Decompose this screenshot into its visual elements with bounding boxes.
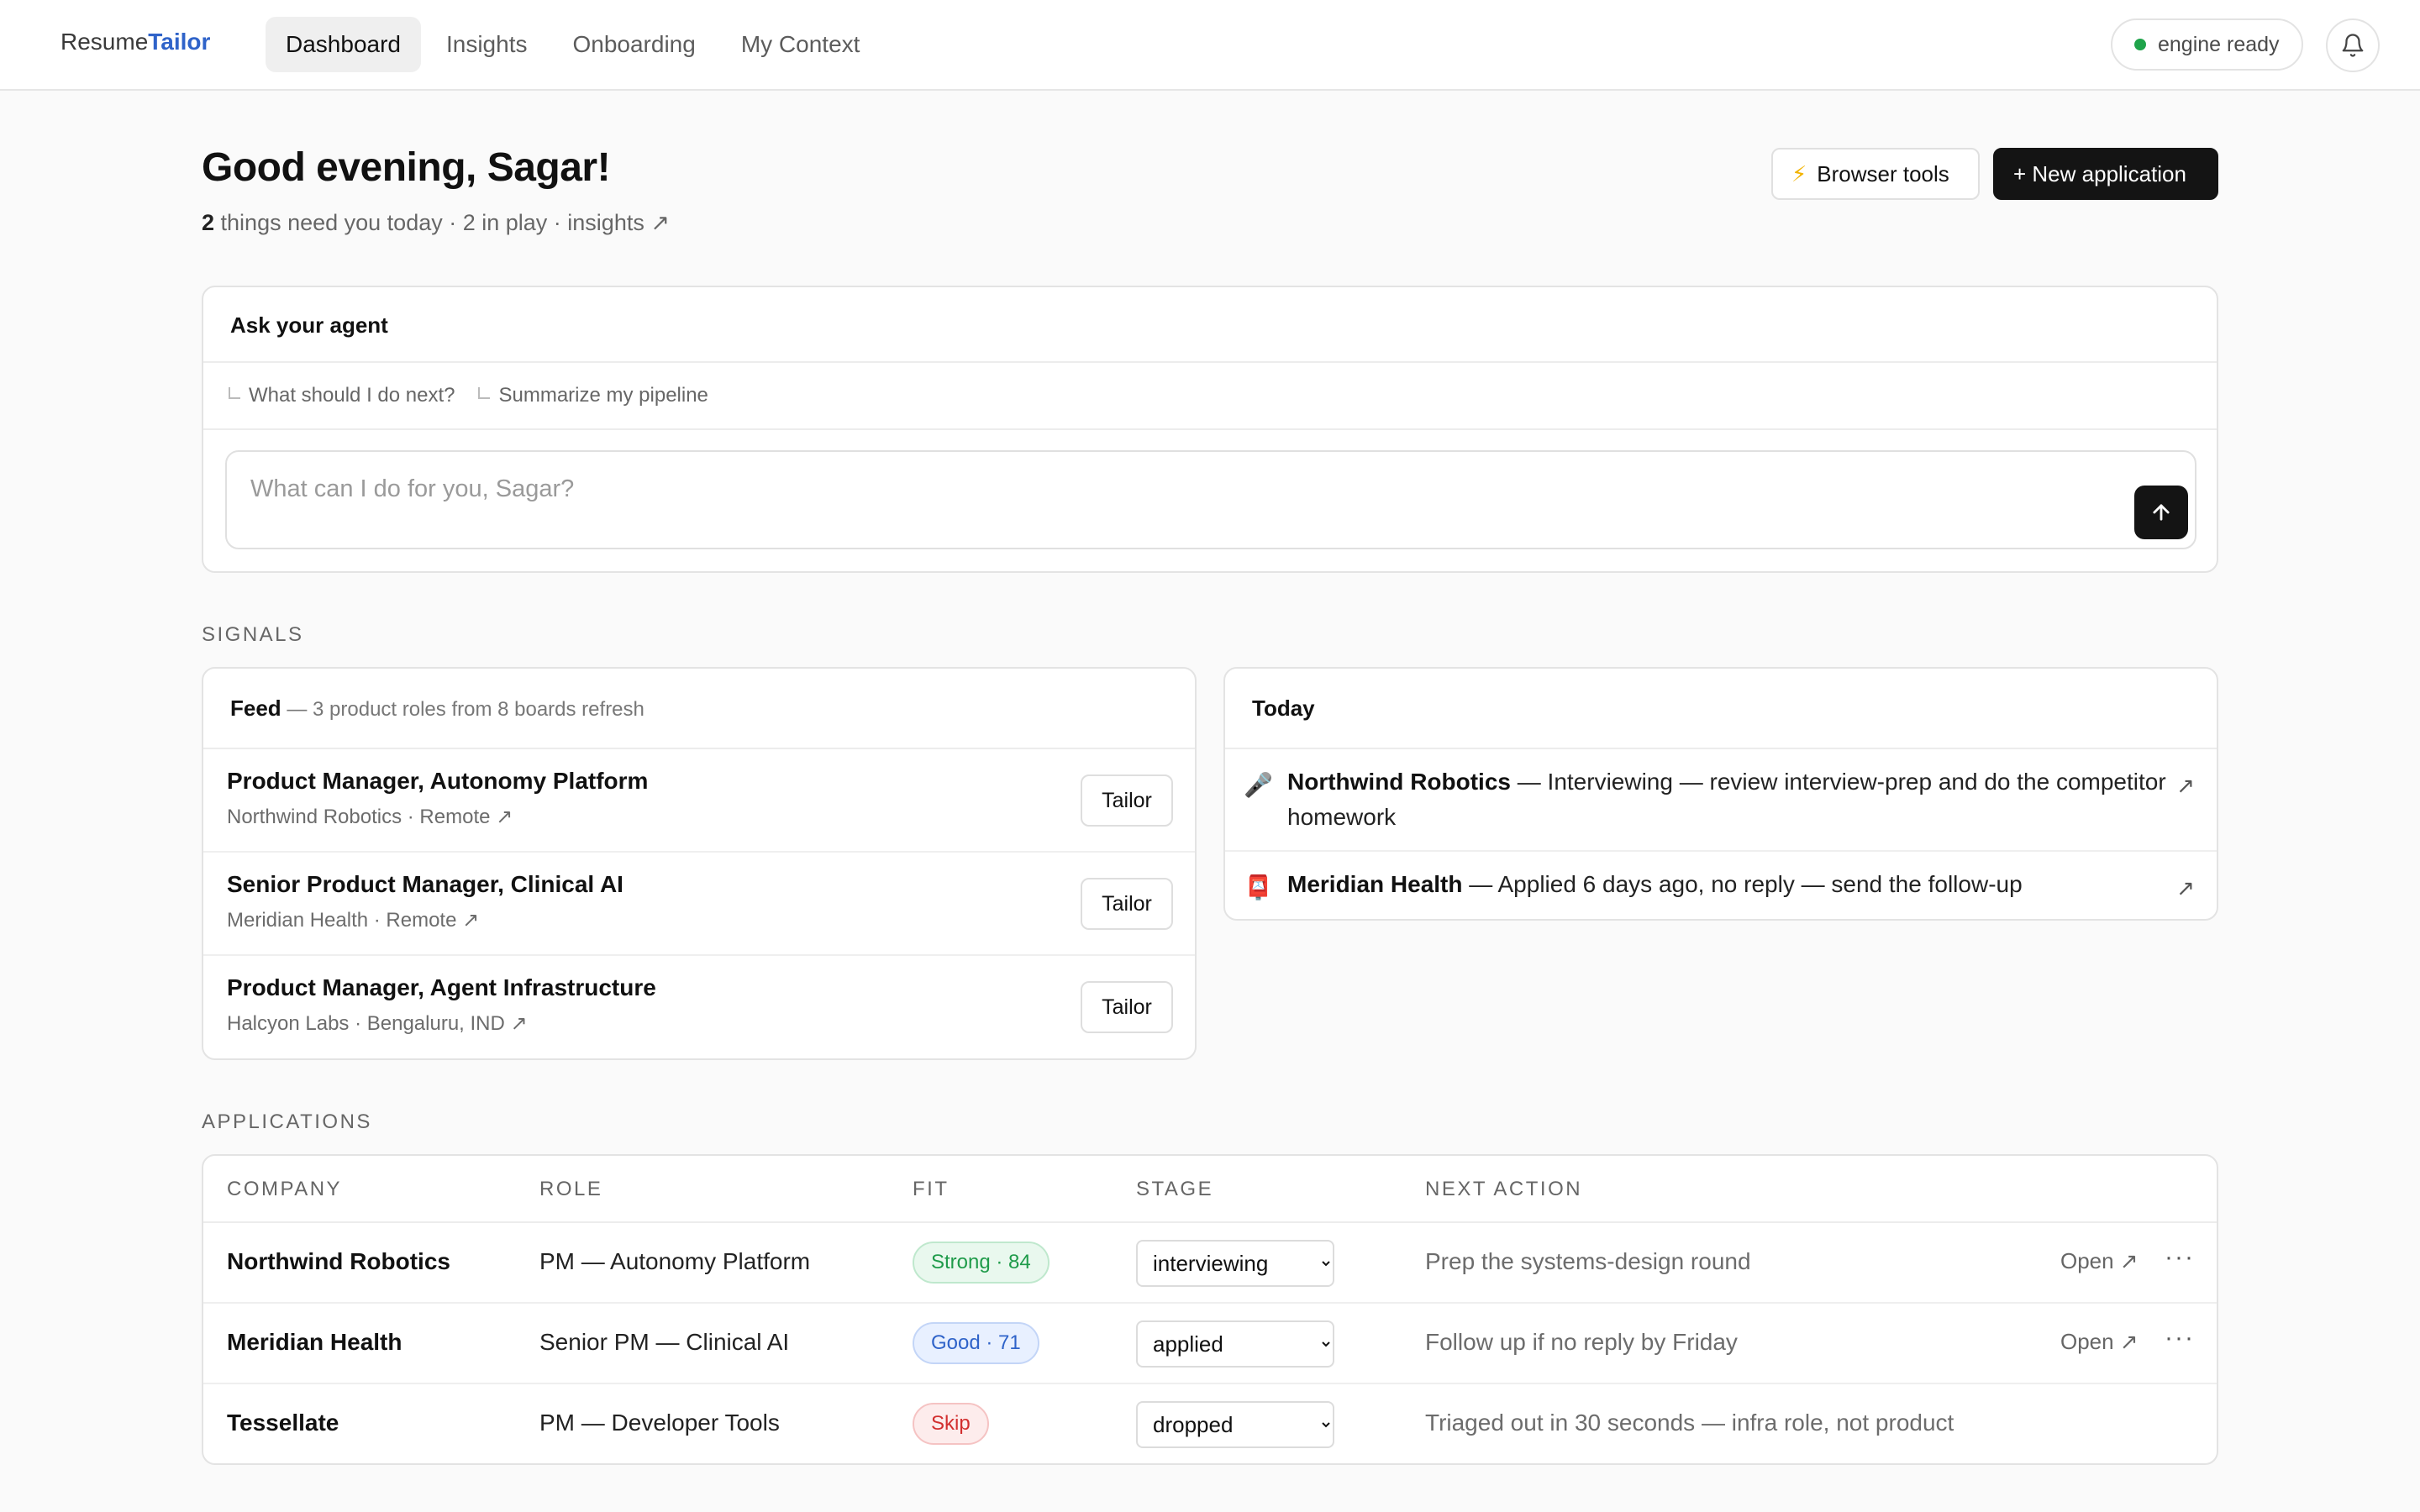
notifications-button[interactable] — [2326, 18, 2380, 72]
microphone-icon: 🎤 — [1244, 772, 1273, 798]
todo-count: 2 — [202, 210, 215, 235]
role-cell: Senior PM — Clinical AI — [539, 1329, 790, 1355]
feed-job-item: Product Manager, Agent Infrastructure Ha… — [203, 956, 1195, 1058]
nav-dashboard[interactable]: Dashboard — [266, 17, 421, 72]
new-application-label: + New application — [2013, 160, 2186, 186]
new-application-button[interactable]: + New application — [1993, 148, 2218, 200]
suggestion-chip[interactable]: Summarize my pipeline — [478, 384, 708, 407]
tailor-button[interactable]: Tailor — [1081, 774, 1173, 827]
today-text: — Applied 6 days ago, no reply — send th… — [1462, 871, 2023, 897]
job-title: Product Manager, Agent Infrastructure — [227, 974, 656, 1000]
next-action-cell: Prep the systems-design round — [1425, 1248, 1751, 1274]
tailor-button[interactable]: Tailor — [1081, 981, 1173, 1033]
suggestion-label: What should I do next? — [249, 384, 455, 407]
tailor-button[interactable]: Tailor — [1081, 878, 1173, 930]
feed-card: Feed — 3 product roles from 8 boards ref… — [202, 667, 1197, 1060]
ask-agent-card: Ask your agent What should I do next? Su… — [202, 286, 2218, 573]
engine-status-pill[interactable]: engine ready — [2111, 18, 2303, 71]
company-cell: Meridian Health — [227, 1329, 402, 1355]
col-company: COMPANY — [227, 1178, 343, 1200]
nav-my-context[interactable]: My Context — [721, 17, 881, 72]
fit-badge: Strong · 84 — [913, 1242, 1050, 1284]
feed-job-item: Product Manager, Autonomy Platform North… — [203, 749, 1195, 853]
table-row: Tessellate PM — Developer Tools Skip dro… — [203, 1384, 2217, 1463]
browser-tools-button[interactable]: ⚡ Browser tools — [1771, 148, 1980, 200]
suggestion-chip[interactable]: What should I do next? — [229, 384, 455, 407]
top-bar: ResumeTailor Dashboard Insights Onboardi… — [0, 0, 2420, 91]
col-role: ROLE — [539, 1178, 603, 1200]
col-next-action: NEXT ACTION — [1425, 1178, 1583, 1200]
external-link-icon[interactable]: ↗ — [2176, 768, 2195, 803]
feed-job-item: Senior Product Manager, Clinical AI Meri… — [203, 853, 1195, 956]
ask-input-box — [225, 450, 2196, 549]
status-dot-icon — [2134, 39, 2146, 50]
main-nav: Dashboard Insights Onboarding My Context — [266, 17, 880, 72]
open-link[interactable]: Open ↗ — [2060, 1248, 2139, 1274]
today-company: Meridian Health — [1287, 871, 1463, 897]
corner-arrow-icon — [229, 387, 240, 399]
page-greeting: Good evening, Sagar! — [202, 145, 611, 190]
job-title: Senior Product Manager, Clinical AI — [227, 871, 623, 897]
job-meta-link[interactable]: Halcyon Labs · Bengaluru, IND ↗ — [227, 1011, 1171, 1036]
brand-logo[interactable]: ResumeTailor — [60, 29, 210, 55]
stage-select[interactable]: applied — [1136, 1320, 1334, 1368]
suggestion-chips: What should I do next? Summarize my pipe… — [203, 363, 2217, 430]
today-company: Northwind Robotics — [1287, 769, 1511, 795]
table-row: Meridian Health Senior PM — Clinical AI … — [203, 1304, 2217, 1384]
table-row: Northwind Robotics PM — Autonomy Platfor… — [203, 1223, 2217, 1304]
subline-text[interactable]: things need you today · 2 in play · insi… — [214, 210, 670, 235]
next-action-cell: Triaged out in 30 seconds — infra role, … — [1425, 1410, 1954, 1436]
external-link-icon[interactable]: ↗ — [2176, 870, 2195, 906]
open-link[interactable]: Open ↗ — [2060, 1329, 2139, 1355]
fit-badge: Good · 71 — [913, 1322, 1039, 1364]
arrow-up-icon — [2153, 504, 2170, 521]
brand-name-part2: Tailor — [148, 29, 211, 55]
today-title: Today — [1225, 669, 2217, 749]
stage-select[interactable]: dropped — [1136, 1401, 1334, 1448]
applications-table: COMPANY ROLE FIT STAGE NEXT ACTION North… — [202, 1154, 2218, 1465]
today-item[interactable]: 📮 Meridian Health — Applied 6 days ago, … — [1225, 852, 2217, 917]
nav-insights[interactable]: Insights — [426, 17, 548, 72]
nav-onboarding[interactable]: Onboarding — [552, 17, 715, 72]
suggestion-label: Summarize my pipeline — [498, 384, 708, 407]
bell-icon — [2342, 34, 2364, 57]
job-meta-link[interactable]: Northwind Robotics · Remote ↗ — [227, 805, 1171, 829]
next-action-cell: Follow up if no reply by Friday — [1425, 1329, 1738, 1355]
role-cell: PM — Developer Tools — [539, 1410, 780, 1436]
engine-status-label: engine ready — [2158, 32, 2280, 56]
col-stage: STAGE — [1136, 1178, 1214, 1200]
ask-agent-title: Ask your agent — [203, 287, 2217, 363]
mailbox-icon: 📮 — [1244, 874, 1273, 900]
company-cell: Tessellate — [227, 1410, 339, 1436]
feed-title: Feed — [230, 696, 281, 721]
stage-select[interactable]: interviewing — [1136, 1240, 1334, 1287]
more-options-icon[interactable]: ··· — [2165, 1324, 2195, 1352]
feed-header: Feed — 3 product roles from 8 boards ref… — [203, 669, 1195, 749]
company-cell: Northwind Robotics — [227, 1248, 450, 1274]
job-meta-link[interactable]: Meridian Health · Remote ↗ — [227, 908, 1171, 932]
applications-section-label: APPLICATIONS — [202, 1110, 372, 1133]
greeting-subline: 2 things need you today · 2 in play · in… — [202, 210, 670, 236]
job-title: Product Manager, Autonomy Platform — [227, 768, 649, 794]
today-item[interactable]: 🎤 Northwind Robotics — Interviewing — re… — [1225, 749, 2217, 852]
today-card: Today 🎤 Northwind Robotics — Interviewin… — [1223, 667, 2218, 921]
corner-arrow-icon — [478, 387, 491, 399]
browser-tools-label: Browser tools — [1817, 160, 1949, 186]
role-cell: PM — Autonomy Platform — [539, 1248, 811, 1274]
send-button[interactable] — [2134, 486, 2188, 539]
col-fit: FIT — [913, 1178, 950, 1200]
brand-name-part1: Resume — [60, 29, 149, 55]
ask-agent-input[interactable] — [250, 475, 1931, 503]
more-options-icon[interactable]: ··· — [2165, 1243, 2195, 1272]
feed-subtitle: — 3 product roles from 8 boards refresh — [281, 698, 644, 721]
lightning-icon: ⚡ — [1791, 160, 1807, 186]
signals-section-label: SIGNALS — [202, 623, 304, 646]
table-header: COMPANY ROLE FIT STAGE NEXT ACTION — [203, 1156, 2217, 1223]
fit-badge: Skip — [913, 1403, 989, 1445]
